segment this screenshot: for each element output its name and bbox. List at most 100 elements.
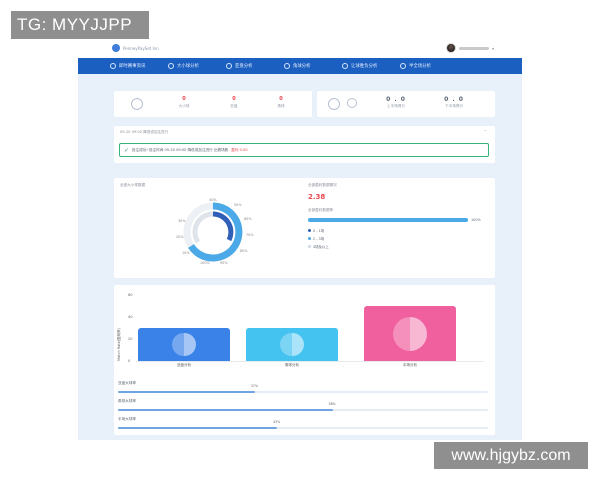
user-name-placeholder	[458, 46, 489, 50]
legend-label: 4场及以上	[313, 245, 329, 249]
donut-arc-rest	[192, 211, 214, 244]
progress-fill	[118, 409, 333, 411]
legend-item: 0 - 1场	[308, 228, 324, 233]
notice-message: ✓ 投注成功! 投注时间 09-20 09:00 降低或加注进行 比赛场数 盈利…	[119, 143, 489, 157]
overview-progress-track	[308, 218, 468, 222]
stat-label: 上半场得分	[387, 104, 405, 108]
notice-card: 09-20 09:00 降低或加注进行 ⌃ ✓ 投注成功! 投注时间 09-20…	[114, 126, 495, 163]
watermark-bottom-right: www.hjgybz.com	[434, 442, 588, 469]
progress-percent: 58%	[328, 402, 336, 406]
progress-title: 全部盈利数据率	[308, 208, 334, 212]
donut-tick-label: 50%	[234, 203, 242, 207]
send-icon	[226, 63, 232, 69]
football-icon	[131, 98, 143, 110]
stat-label: 亚盘	[230, 104, 238, 108]
progress-label: 角球大球率	[118, 399, 136, 403]
logo-icon	[112, 44, 120, 52]
legend-label: 2 - 3场	[313, 237, 325, 241]
progress-percent: 37%	[250, 384, 258, 388]
stat-second-half: 0 . 0 下半场得分	[435, 96, 473, 109]
check-icon: ✓	[124, 146, 130, 154]
ball-icon	[347, 98, 357, 108]
watermark-top-left: TG: MYYJJPP	[11, 11, 149, 39]
donut-tick-label: 40%	[209, 198, 217, 202]
stats-card-right: 0 . 0 上半场得分 0 . 0 下半场得分	[317, 91, 495, 117]
avatar	[445, 43, 456, 53]
donut-tick-label: 70%	[246, 233, 254, 237]
stat-over-under: 0 大小球	[169, 96, 199, 109]
stat-value: 0	[232, 96, 236, 102]
pie-chart-icon	[172, 332, 196, 357]
compass-icon	[168, 63, 174, 69]
legend-item: 2 - 3场	[308, 236, 324, 241]
stat-asian: 0 亚盘	[219, 96, 249, 109]
donut-tick-label: 80%	[240, 249, 248, 253]
nav-label: 角球分析	[293, 64, 311, 69]
main-nav: 即时赛事资讯 大小球分析 亚盘分析 角球分析 让球胜负分析 半全场分析	[78, 58, 522, 74]
category-label: 亚盘分析	[176, 363, 192, 367]
pie-chart-icon	[393, 316, 427, 351]
legend-dot	[308, 229, 311, 232]
notice-text: 投注成功! 投注时间 09-20 09:00 降低或加注进行 比赛场数	[132, 147, 229, 152]
flag-icon	[284, 63, 290, 69]
progress-fill	[118, 427, 278, 429]
nav-label: 半全场分析	[409, 64, 431, 69]
progress-label: 半场大球率	[118, 417, 136, 421]
progress-fill	[118, 391, 255, 393]
overview-card: 全部大小球数据 40% 50% 60% 70% 80% 90% 100% 10%…	[114, 178, 495, 278]
nav-label: 亚盘分析	[235, 64, 253, 69]
stat-value: 0 . 0	[444, 96, 464, 103]
nav-item-halftime-fulltime[interactable]: 半全场分析	[400, 58, 458, 74]
nav-item-asian-handicap[interactable]: 亚盘分析	[226, 58, 284, 74]
donut-tick-label: 60%	[244, 217, 252, 221]
x-axis-line	[136, 361, 484, 362]
pie-chart-icon	[280, 332, 304, 357]
y-tick-label: 0	[128, 359, 131, 363]
main-content: 0 大小球 0 亚盘 0 角球 0 . 0 上半场得分 0 . 0 下半场得分 …	[78, 74, 522, 440]
overview-big-value: 2.38	[308, 193, 326, 201]
nav-label: 大小球分析	[177, 64, 199, 69]
y-tick-label: 20	[128, 337, 133, 341]
nav-label: 让球胜负分析	[351, 64, 378, 69]
stat-value: 0	[182, 96, 186, 102]
nav-item-handicap-result[interactable]: 让球胜负分析	[342, 58, 400, 74]
stats-card-left: 0 大小球 0 亚盘 0 角球	[114, 91, 312, 117]
user-menu[interactable]: ▾	[445, 43, 494, 53]
overview-progress-label: 100%	[471, 218, 481, 222]
stat-label: 大小球	[178, 104, 190, 108]
y-tick-label: 60	[128, 293, 133, 297]
stat-value: 0 . 0	[386, 96, 406, 103]
nav-item-over-under[interactable]: 大小球分析	[168, 58, 226, 74]
collapse-arrow-icon[interactable]: ⌃	[484, 129, 487, 134]
y-axis-title: Match Rate(盈利率)	[117, 327, 121, 361]
donut-tick-label: 30%	[178, 219, 186, 223]
chevron-down-icon: ▾	[491, 45, 494, 51]
stat-first-half: 0 . 0 上半场得分	[377, 96, 415, 109]
top-bar: PenneyPaySet Inn ▾	[78, 38, 522, 58]
category-label: 角球分析	[284, 363, 300, 367]
video-icon	[400, 63, 406, 69]
progress-track	[118, 391, 488, 393]
logo-text: PenneyPaySet Inn	[123, 45, 159, 51]
progress-track	[118, 409, 488, 411]
stat-corner: 0 角球	[266, 96, 296, 109]
notice-header: 09-20 09:00 降低或加注进行	[120, 130, 169, 134]
category-label: 半场分析	[402, 363, 418, 367]
donut-tick-label: 10%	[182, 251, 190, 255]
legend-dot	[308, 237, 311, 240]
nav-label: 即时赛事资讯	[119, 64, 146, 69]
legend-label: 0 - 1场	[313, 229, 325, 233]
donut-arc-inner	[212, 211, 234, 242]
nav-item-corners[interactable]: 角球分析	[284, 58, 342, 74]
notice-profit-tag: 盈利 0.00	[231, 147, 248, 152]
globe-icon	[110, 63, 116, 69]
donut-tick-label: 100%	[200, 261, 210, 265]
overview-right-title: 全部盈利数据情况	[308, 183, 337, 187]
nav-item-live-info[interactable]: 即时赛事资讯	[110, 58, 168, 74]
legend-item: 4场及以上	[308, 244, 329, 249]
legend-dot	[308, 245, 311, 248]
progress-percent: 43%	[273, 420, 281, 424]
bar-chart-card: Match Rate(盈利率) 60 40 20 0 亚盘分析 角球分析 半场分析 亚盘大球…	[114, 285, 495, 435]
brand-logo[interactable]: PenneyPaySet Inn	[112, 44, 159, 52]
y-tick-label: 40	[128, 315, 133, 319]
